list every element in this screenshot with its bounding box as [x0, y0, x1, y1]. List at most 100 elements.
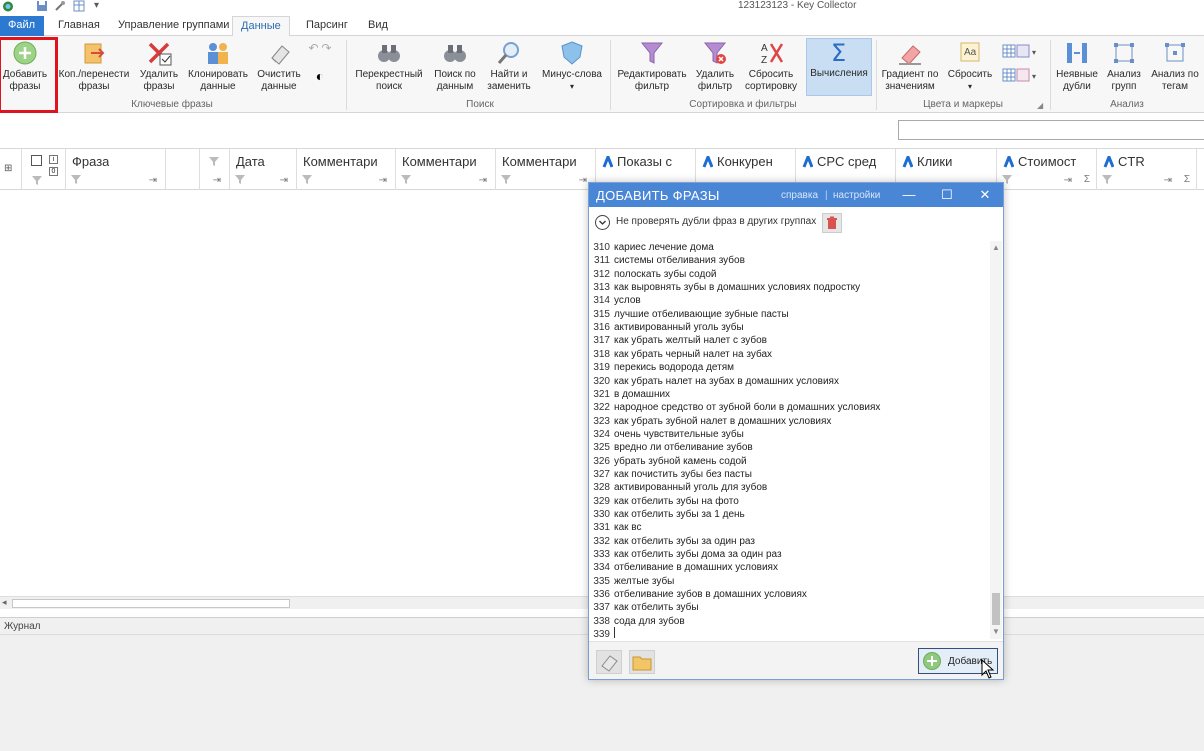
delete-phrases-button[interactable]: Удалить фразы	[135, 40, 183, 93]
scroll-up-icon[interactable]: ▲	[992, 243, 1000, 252]
pin-icon[interactable]: ⇥	[1064, 175, 1072, 186]
phrase-text: как убрать черный налет на зубах	[614, 348, 773, 360]
color-grid-selectors: ▾ ▾	[1000, 44, 1044, 86]
dialog-launcher-icon[interactable]: ◢	[1037, 101, 1043, 110]
line-number: 327	[593, 468, 610, 480]
settings-link[interactable]: настройки	[833, 190, 880, 201]
sigma-icon[interactable]: Σ	[1184, 174, 1190, 185]
column-cost[interactable]: Стоимост ⇥ Σ	[997, 149, 1097, 190]
open-file-button[interactable]	[629, 650, 655, 674]
duplicate-check-text[interactable]: Не проверять дубли фраз в других группах	[616, 216, 816, 227]
pin-icon[interactable]: ⇥	[149, 175, 157, 186]
vertical-scrollbar[interactable]: ▲ ▼	[990, 241, 1002, 639]
group-label-analysis: Анализ	[1110, 99, 1144, 110]
pin-icon[interactable]: ⇥	[280, 175, 288, 186]
gradient-button[interactable]: Градиент по значениям	[878, 40, 942, 93]
tab-file[interactable]: Файл	[0, 16, 44, 36]
column-phrase-title: Фраза	[72, 154, 110, 169]
tab-parsing[interactable]: Парсинг	[298, 16, 356, 36]
phrases-textarea[interactable]: 310 кариес лечение дома 311 системы отбелив…	[592, 241, 990, 641]
scroll-left-icon[interactable]: ◂	[2, 597, 7, 608]
calculations-button[interactable]: Σ Вычисления	[806, 38, 872, 96]
group-analysis-icon	[1111, 40, 1137, 66]
filter-icon[interactable]	[401, 175, 411, 184]
reset-colors-button[interactable]: Aa Сбросить ▾	[944, 40, 996, 93]
svg-text:Aa: Aa	[964, 47, 977, 58]
minus-words-button[interactable]: Минус-слова ▾	[538, 40, 606, 93]
pin-icon[interactable]: ⇥	[579, 175, 587, 186]
pin-icon[interactable]: ⇥	[479, 175, 487, 186]
copy-move-button[interactable]: Коп./перенести фразы	[56, 40, 132, 93]
tab-view[interactable]: Вид	[360, 16, 396, 36]
line-number: 335	[593, 575, 610, 587]
filter-icon[interactable]	[71, 175, 81, 184]
help-link[interactable]: справка	[781, 190, 818, 201]
column-narrow[interactable]: ⇥	[200, 149, 230, 190]
save-icon[interactable]	[36, 0, 48, 12]
tab-data[interactable]: Данные	[232, 16, 290, 37]
phrase-line: 324 очень чувствительные зубы	[592, 428, 744, 441]
delete-filter-button[interactable]: Удалить фильтр	[692, 40, 738, 93]
find-replace-button[interactable]: Найти и заменить	[484, 40, 534, 93]
tag-analysis-button[interactable]: Анализ по тегам	[1148, 40, 1202, 93]
line-number: 319	[593, 362, 610, 374]
filter-icon[interactable]	[302, 175, 312, 184]
phrase-line: 322 народное средство от зубной боли в до…	[592, 401, 880, 414]
sigma-icon[interactable]: Σ	[1084, 174, 1090, 185]
scrollbar-thumb[interactable]	[12, 599, 290, 608]
marker-color-grid-icon[interactable]: ▾	[1000, 68, 1044, 86]
search-input[interactable]	[898, 120, 1204, 140]
clone-data-button[interactable]: Клонировать данные	[185, 40, 251, 93]
quick-access-dropdown-icon[interactable]: ▾	[94, 0, 99, 12]
contrast-icon[interactable]: ◐	[306, 69, 334, 83]
pin-icon[interactable]: ⇥	[1164, 175, 1172, 186]
window-title: 123123123 - Key Collector	[738, 0, 857, 11]
line-number: 334	[593, 562, 610, 574]
pin-icon[interactable]: ⇥	[379, 175, 387, 186]
column-chooser-icon[interactable]: ⊞	[4, 163, 12, 174]
tab-group-management[interactable]: Управление группами	[110, 16, 237, 36]
close-icon[interactable]: ✕	[975, 186, 995, 204]
ribbon-separator	[610, 40, 611, 110]
line-number: 322	[593, 402, 610, 414]
filter-icon[interactable]	[501, 175, 511, 184]
select-all-checkbox[interactable]	[31, 155, 42, 166]
tab-home[interactable]: Главная	[50, 16, 108, 36]
reset-sort-button[interactable]: AZ Сбросить сортировку	[742, 40, 800, 93]
undo-icon[interactable]: ↶	[309, 41, 319, 55]
tools-icon[interactable]	[54, 0, 66, 12]
column-comment-1[interactable]: Комментари ⇥	[297, 149, 396, 190]
filter-icon[interactable]	[209, 157, 219, 166]
column-ctr[interactable]: CTR ⇥ Σ	[1097, 149, 1197, 190]
grid-icon[interactable]	[73, 0, 85, 12]
cell-color-grid-icon[interactable]: ▾	[1000, 44, 1044, 62]
scrollbar-thumb[interactable]	[992, 593, 1000, 625]
cross-search-button[interactable]: Перекрестный поиск	[352, 40, 426, 93]
filter-icon[interactable]	[32, 176, 42, 185]
chevron-down-icon[interactable]	[595, 215, 610, 230]
filter-icon[interactable]	[1102, 175, 1112, 184]
implicit-duplicates-button[interactable]: Неявные дубли	[1054, 40, 1100, 93]
trash-icon[interactable]	[822, 213, 842, 233]
scroll-down-icon[interactable]: ▼	[992, 627, 1000, 636]
clear-data-button[interactable]: Очистить данные	[254, 40, 304, 93]
column-comment-2[interactable]: Комментари ⇥	[396, 149, 496, 190]
redo-icon[interactable]: ↷	[321, 41, 331, 55]
clear-eraser-button[interactable]	[596, 650, 622, 674]
phrase-line: 337 как отбелить зубы	[592, 601, 698, 614]
phrase-line: 325 вредно ли отбеливание зубов	[592, 441, 752, 454]
maximize-icon[interactable]: ☐	[937, 186, 957, 204]
filter-icon[interactable]	[235, 175, 245, 184]
pin-icon[interactable]: ⇥	[213, 175, 221, 186]
column-phrase[interactable]: Фраза ⇥	[66, 149, 166, 190]
info-icon[interactable]: i	[49, 155, 58, 164]
group-analysis-button[interactable]: Анализ групп	[1104, 40, 1144, 93]
search-data-button[interactable]: Поиск по данным	[430, 40, 480, 93]
phrase-text: как выровнять зубы в домашних условиях п…	[614, 282, 861, 294]
column-date[interactable]: Дата ⇥	[230, 149, 297, 190]
row-settings-column[interactable]: ⊞	[0, 149, 22, 190]
ribbon-separator	[346, 40, 347, 110]
minimize-icon[interactable]: —	[899, 186, 919, 204]
column-comment-3[interactable]: Комментари ⇥	[496, 149, 596, 190]
edit-filter-button[interactable]: Редактировать фильтр	[614, 40, 690, 93]
